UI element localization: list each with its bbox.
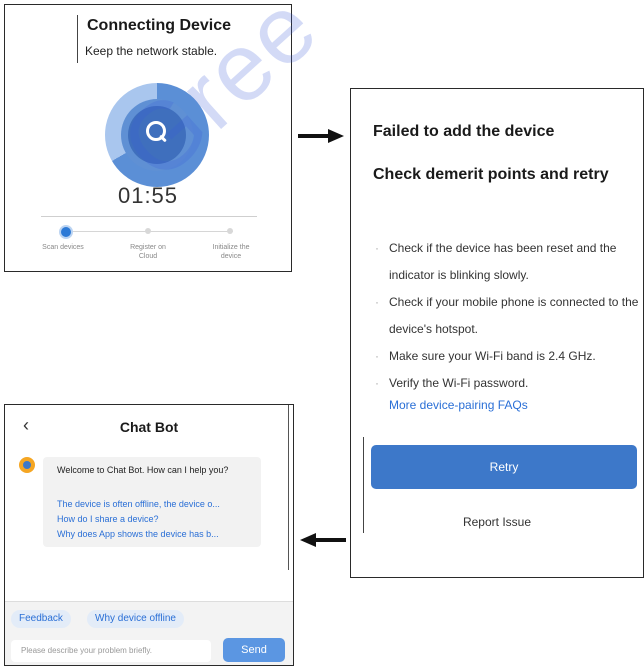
tip-item: · Check if your mobile phone is connected… [375,295,639,336]
chip-feedback[interactable]: Feedback [11,610,71,628]
step-dot-active [59,225,73,239]
suggested-question[interactable]: How do I share a device? [57,514,159,524]
send-button[interactable]: Send [223,638,285,662]
connecting-device-screen: Connecting Device Keep the network stabl… [4,4,292,272]
failure-heading: Check demerit points and retry [373,166,609,183]
tips-list: · Check if the device has been reset and … [373,235,643,397]
chat-bubble: Welcome to Chat Bot. How can I help you?… [43,457,261,547]
step-dot [145,228,151,234]
suggested-question[interactable]: Why does App shows the device has b... [57,529,219,539]
chat-bot-screen: ‹ Chat Bot Welcome to Chat Bot. How can … [4,404,294,666]
message-input[interactable]: Please describe your problem briefly. [11,640,211,662]
report-issue-button[interactable]: Report Issue [351,515,643,529]
welcome-message: Welcome to Chat Bot. How can I help you? [57,465,229,475]
step-label: Register on Cloud [130,244,166,260]
page-title: Chat Bot [119,419,179,435]
step-label: Scan devices [42,244,84,251]
tip-item: · Verify the Wi-Fi password. [375,376,529,390]
progress-steps: Scan devices Register on Cloud Initializ… [41,216,257,271]
tip-item: · Make sure your Wi-Fi band is 2.4 GHz. [375,349,596,363]
arrow-right-icon [298,129,344,143]
failed-to-add-screen: Failed to add the device Check demerit p… [350,88,644,578]
divider [288,405,289,570]
faq-link[interactable]: More device-pairing FAQs [389,398,528,412]
chat-input-area: Feedback Why device offline Please descr… [5,601,293,665]
arrow-left-icon [300,533,346,547]
divider [77,15,78,63]
tip-item: · Check if the device has been reset and … [375,241,617,282]
retry-button[interactable]: Retry [371,445,637,489]
step-label: Initialize the device [212,244,250,260]
suggested-question[interactable]: The device is often offline, the device … [57,499,220,509]
bot-avatar [19,457,35,473]
countdown-timer: 01:55 [117,183,179,208]
chip-why-device-offline[interactable]: Why device offline [87,610,184,628]
step-dot [227,228,233,234]
page-subtitle: Keep the network stable. [85,44,218,58]
page-title: Connecting Device [87,17,232,34]
failure-title: Failed to add the device [373,123,555,140]
